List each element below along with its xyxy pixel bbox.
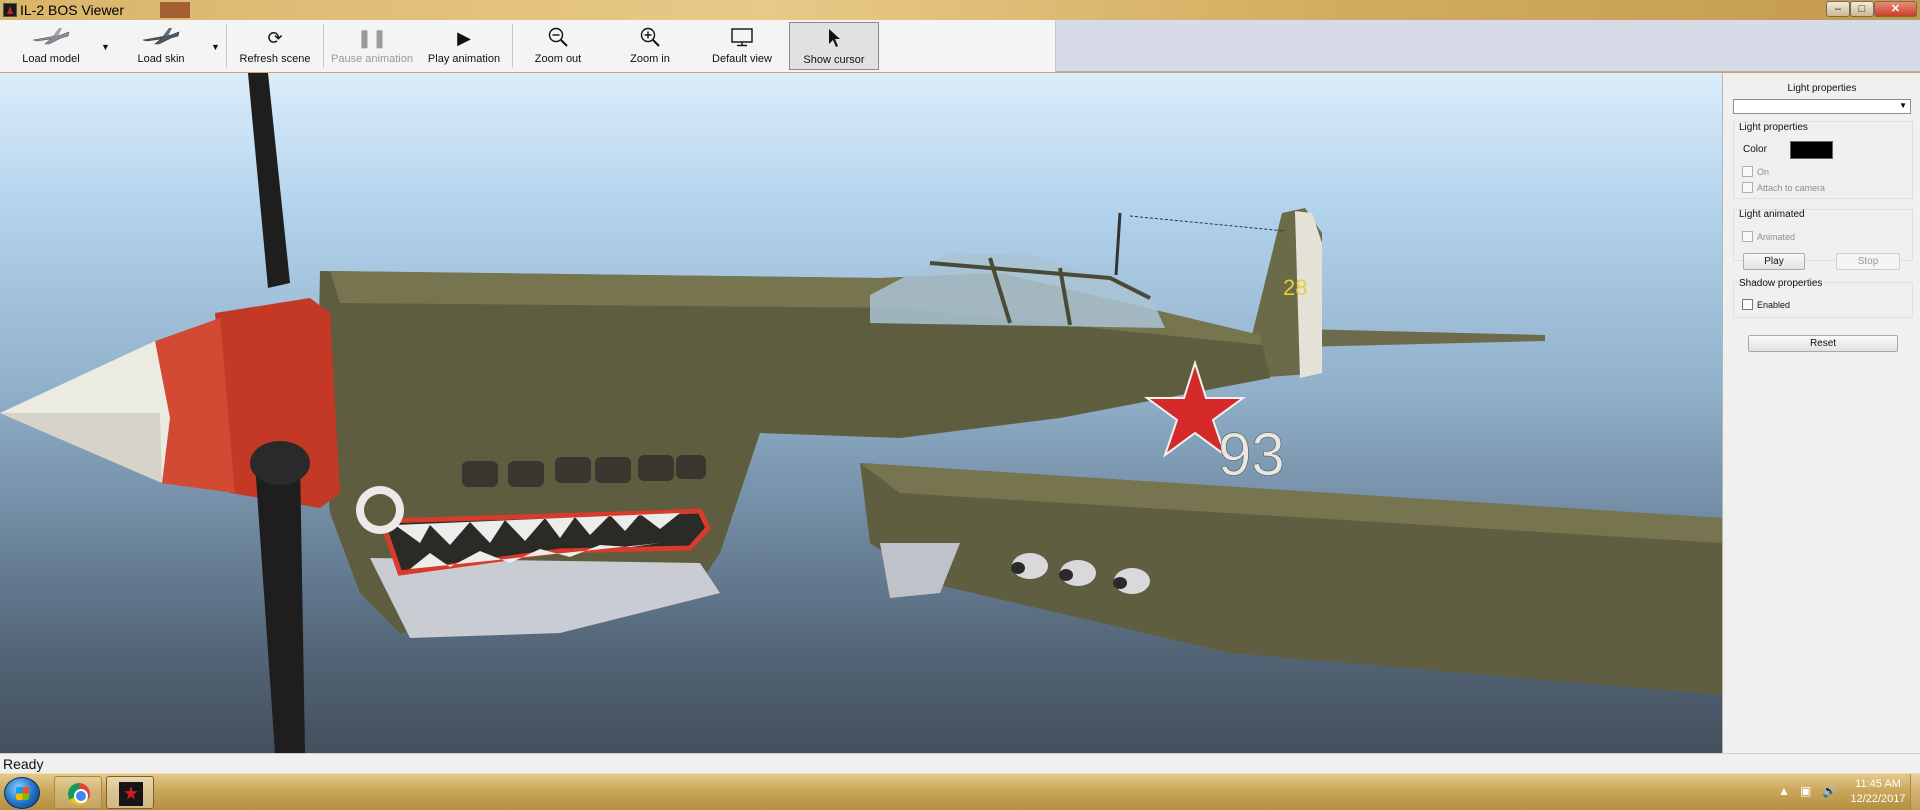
default-view-button[interactable]: Default view xyxy=(702,22,782,70)
aircraft-number: 93 xyxy=(1218,421,1285,488)
load-skin-dropdown-icon[interactable]: ▼ xyxy=(211,42,220,52)
clock-time[interactable]: 11:45 AM xyxy=(1848,778,1908,790)
load-model-button[interactable]: Load model xyxy=(10,22,92,70)
zoom-in-button[interactable]: Zoom in xyxy=(612,22,688,70)
toolbar: Load model ▼ Load skin ▼ ⟳ Refresh scene… xyxy=(0,20,1920,72)
chrome-taskbar-icon[interactable] xyxy=(54,776,102,809)
animated-checkbox[interactable] xyxy=(1742,231,1753,242)
toolbar-buttons: Load model ▼ Load skin ▼ ⟳ Refresh scene… xyxy=(0,20,1056,72)
shadow-properties-title: Shadow properties xyxy=(1739,278,1823,289)
show-desktop-button[interactable] xyxy=(1910,774,1920,810)
show-cursor-button[interactable]: Show cursor xyxy=(789,22,879,70)
plane-icon xyxy=(10,26,92,50)
tray-expand-icon[interactable]: ▲ xyxy=(1778,784,1790,798)
reset-button[interactable]: Reset xyxy=(1748,335,1898,352)
shadow-enabled-label: Enabled xyxy=(1757,300,1791,310)
clock-date[interactable]: 12/22/2017 xyxy=(1848,793,1908,805)
zoom-in-icon xyxy=(612,26,688,50)
color-label: Color xyxy=(1743,144,1767,155)
color-swatch[interactable] xyxy=(1790,141,1833,159)
animated-label: Animated xyxy=(1757,232,1796,242)
play-animation-button[interactable]: ▶ Play animation xyxy=(420,22,508,70)
pause-animation-button[interactable]: ❚❚ Pause animation xyxy=(326,22,418,70)
light-animated-title: Light animated xyxy=(1739,209,1805,220)
attach-to-camera-checkbox[interactable] xyxy=(1742,182,1753,193)
attach-to-camera-label: Attach to camera xyxy=(1757,183,1826,193)
refresh-scene-button[interactable]: ⟳ Refresh scene xyxy=(232,22,318,70)
on-checkbox[interactable] xyxy=(1742,166,1753,177)
cursor-icon xyxy=(790,27,878,51)
light-properties-title: Light properties xyxy=(1739,122,1808,133)
shadow-enabled-checkbox[interactable] xyxy=(1742,299,1753,310)
network-icon[interactable]: ▣ xyxy=(1800,784,1811,798)
status-bar: Ready xyxy=(0,753,1920,773)
play-icon: ▶ xyxy=(457,28,471,48)
titlebar-decoration xyxy=(160,2,190,18)
status-text: Ready xyxy=(3,756,44,772)
pause-icon: ❚❚ xyxy=(356,28,388,48)
window-title: IL-2 BOS Viewer xyxy=(20,2,125,18)
monitor-icon xyxy=(702,26,782,50)
load-model-dropdown-icon[interactable]: ▼ xyxy=(101,42,110,52)
app-icon xyxy=(3,3,17,17)
start-button[interactable] xyxy=(4,777,40,809)
toolbar-separator xyxy=(323,24,324,68)
toolbar-separator xyxy=(226,24,227,68)
load-skin-button[interactable]: Load skin xyxy=(120,22,202,70)
panel-header: Light properties xyxy=(1787,83,1857,94)
refresh-icon: ⟳ xyxy=(267,28,283,48)
tail-number: 28 xyxy=(1283,275,1307,300)
light-select-dropdown[interactable] xyxy=(1733,99,1911,114)
maximize-button[interactable]: □ xyxy=(1850,1,1874,17)
il2-viewer-taskbar-icon[interactable] xyxy=(106,776,154,809)
properties-panel: Light properties Light properties Color … xyxy=(1722,73,1920,753)
taskbar: ▲ ▣ 🔊 11:45 AM 12/22/2017 xyxy=(0,773,1920,810)
on-label: On xyxy=(1757,167,1770,177)
close-button[interactable]: ✕ xyxy=(1874,1,1917,17)
volume-icon[interactable]: 🔊 xyxy=(1822,784,1837,798)
3d-viewport[interactable]: 28 93 xyxy=(0,73,1722,753)
plane-skin-icon xyxy=(120,26,202,50)
zoom-out-button[interactable]: Zoom out xyxy=(520,22,596,70)
minimize-button[interactable]: – xyxy=(1826,1,1850,17)
zoom-out-icon xyxy=(520,26,596,50)
aircraft-render: 28 93 xyxy=(0,73,1722,753)
toolbar-separator xyxy=(512,24,513,68)
play-light-button[interactable]: Play xyxy=(1743,253,1805,270)
title-bar: IL-2 BOS Viewer – □ ✕ xyxy=(0,0,1920,20)
stop-light-button[interactable]: Stop xyxy=(1836,253,1900,270)
